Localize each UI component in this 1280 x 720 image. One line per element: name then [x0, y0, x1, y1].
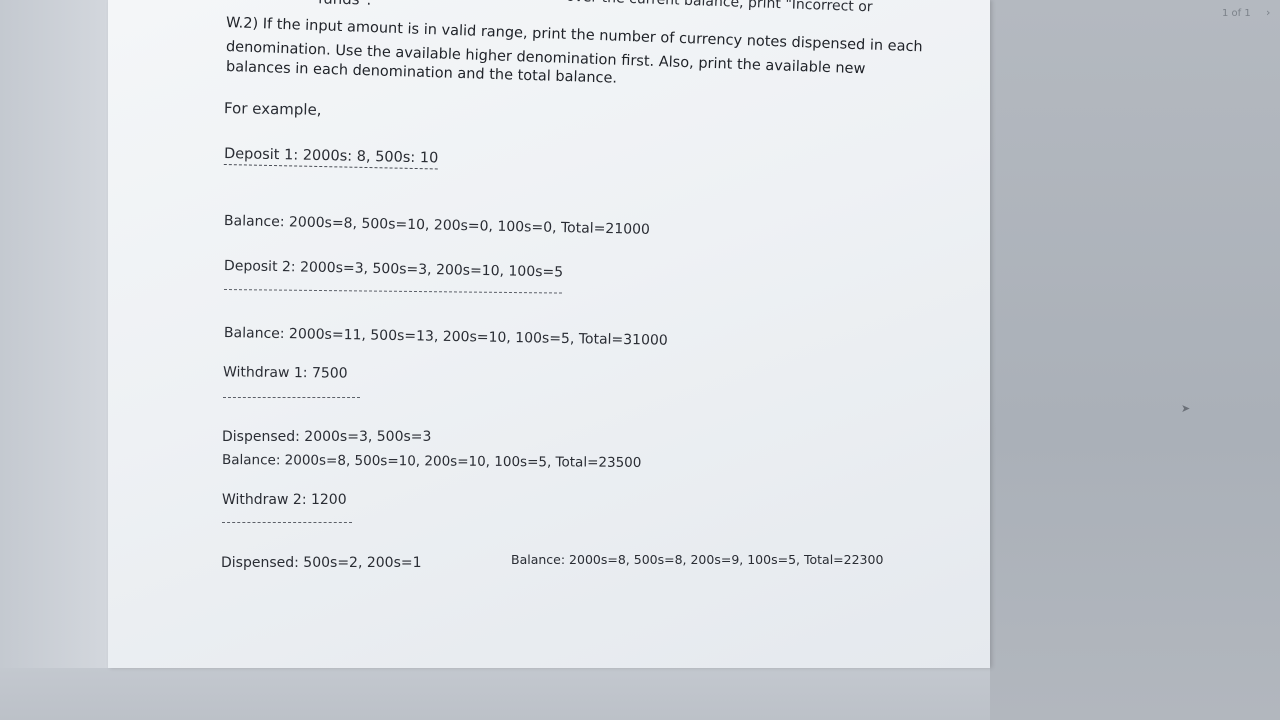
- withdraw2-underline: [222, 522, 352, 523]
- viewer-left-margin: [0, 0, 108, 720]
- balance4-line: Balance: 2000s=8, 500s=8, 200s=9, 100s=5…: [511, 552, 884, 567]
- dispensed1-line: Dispensed: 2000s=3, 500s=3: [222, 429, 432, 445]
- viewer-bottom-strip: [0, 668, 990, 720]
- arrow-cursor-icon: ➤: [1181, 402, 1191, 415]
- withdraw2-line: Withdraw 2: 1200: [222, 492, 347, 508]
- page-counter: 1 of 1: [1222, 8, 1251, 19]
- chevron-right-icon[interactable]: ›: [1266, 6, 1270, 19]
- for-example-label: For example,: [223, 99, 322, 119]
- top-fragment-left: funds".: [318, 0, 372, 9]
- dispensed2-line: Dispensed: 500s=2, 200s=1: [221, 555, 422, 571]
- viewer-right-pane[interactable]: [990, 0, 1280, 720]
- balance3-line: Balance: 2000s=8, 500s=10, 200s=10, 100s…: [221, 452, 642, 471]
- withdraw1-underline: [223, 397, 360, 398]
- withdraw1-line: Withdraw 1: 7500: [222, 364, 348, 382]
